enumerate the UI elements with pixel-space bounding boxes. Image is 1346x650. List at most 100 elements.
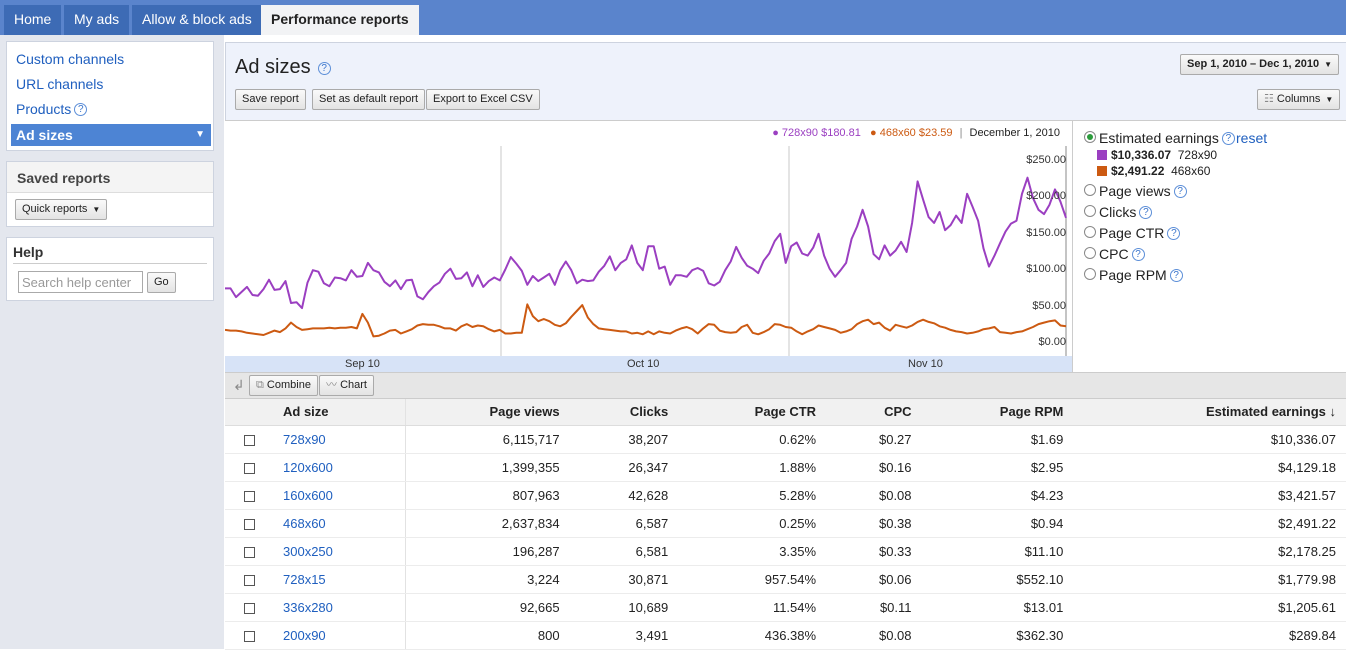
help-icon[interactable]: ? bbox=[74, 103, 88, 116]
estimated-earnings-cell: $2,178.25 bbox=[1073, 537, 1346, 566]
tab-performance-reports[interactable]: Performance reports bbox=[261, 5, 419, 35]
column-header-estimated-earnings[interactable]: Estimated earnings ↓ bbox=[1073, 399, 1346, 426]
quick-reports-button[interactable]: Quick reports ▼ bbox=[15, 199, 108, 220]
column-header-cpc[interactable]: CPC bbox=[826, 399, 922, 426]
metric-page-views[interactable]: Page views? bbox=[1099, 183, 1187, 199]
row-checkbox[interactable] bbox=[243, 546, 255, 558]
nav-link-custom-channels[interactable]: Custom channels bbox=[16, 51, 124, 67]
earnings-chart[interactable]: ● 728x90 $180.81 ● 468x60 $23.59 | Decem… bbox=[225, 120, 1072, 373]
clicks-cell: 6,587 bbox=[569, 509, 679, 538]
ad-size-link[interactable]: 728x90 bbox=[283, 432, 326, 447]
cpc-cell: $0.38 bbox=[826, 509, 922, 538]
page-ctr-cell: 436.38% bbox=[678, 621, 827, 650]
help-go-button[interactable]: Go bbox=[147, 272, 176, 293]
radio-page-views[interactable] bbox=[1084, 184, 1096, 196]
table-row: 468x60 2,637,834 6,587 0.25% $0.38 $0.94 $2,49… bbox=[225, 509, 1346, 538]
column-header-page-rpm[interactable]: Page RPM bbox=[921, 399, 1074, 426]
tab-my-ads[interactable]: My ads bbox=[64, 5, 130, 35]
help-icon[interactable]: ? bbox=[317, 62, 331, 75]
row-checkbox[interactable] bbox=[243, 462, 255, 474]
estimated-earnings-cell: $289.84 bbox=[1073, 621, 1346, 650]
metric-page-rpm[interactable]: Page RPM? bbox=[1099, 267, 1183, 283]
row-checkbox[interactable] bbox=[243, 602, 255, 614]
page-ctr-cell: 0.62% bbox=[678, 425, 827, 454]
row-checkbox[interactable] bbox=[243, 630, 255, 642]
tab-home[interactable]: Home bbox=[4, 5, 62, 35]
radio-clicks[interactable] bbox=[1084, 205, 1096, 217]
metric-page-ctr[interactable]: Page CTR? bbox=[1099, 225, 1181, 241]
chevron-down-icon: ▼ bbox=[1325, 95, 1334, 104]
dropdown-arrow-icon: ▼ bbox=[195, 129, 205, 140]
saved-reports-title: Saved reports bbox=[17, 170, 111, 186]
column-header-ad-size[interactable]: Ad size bbox=[273, 399, 406, 426]
row-checkbox[interactable] bbox=[243, 490, 255, 502]
table-row: 300x250 196,287 6,581 3.35% $0.33 $11.10 $2,17… bbox=[225, 537, 1346, 566]
ad-size-link[interactable]: 200x90 bbox=[283, 628, 326, 643]
cpc-cell: $0.08 bbox=[826, 621, 922, 650]
nav-item-ad-sizes-selected[interactable]: Ad sizes ▼ bbox=[11, 124, 211, 146]
undo-arrow-icon[interactable]: ↲ bbox=[233, 377, 245, 394]
help-icon[interactable]: ? bbox=[1167, 227, 1181, 240]
nav-link-products[interactable]: Products? bbox=[16, 101, 88, 117]
row-checkbox[interactable] bbox=[243, 518, 255, 530]
page-title: Ad sizes? bbox=[235, 56, 331, 79]
top-nav-bar: Home My ads Allow & block ads Performanc… bbox=[0, 0, 1346, 35]
date-range-picker[interactable]: Sep 1, 2010 – Dec 1, 2010 ▼ bbox=[1180, 54, 1340, 75]
estimated-earnings-cell: $2,491.22 bbox=[1073, 509, 1346, 538]
radio-estimated-earnings[interactable] bbox=[1084, 131, 1096, 143]
ad-size-link[interactable]: 300x250 bbox=[283, 544, 333, 559]
row-checkbox[interactable] bbox=[243, 434, 255, 446]
series-line-468x60 bbox=[225, 303, 1067, 338]
chart-line-icon: 〰 bbox=[326, 379, 341, 391]
ad-size-link[interactable]: 160x600 bbox=[283, 488, 333, 503]
row-checkbox[interactable] bbox=[243, 574, 255, 586]
chart-button[interactable]: 〰 Chart bbox=[319, 375, 374, 396]
combine-label: Combine bbox=[266, 379, 311, 391]
save-report-button[interactable]: Save report bbox=[235, 89, 306, 110]
metric-label: Estimated earnings bbox=[1099, 130, 1219, 146]
radio-cpc[interactable] bbox=[1084, 247, 1096, 259]
page-ctr-cell: 5.28% bbox=[678, 481, 827, 510]
cpc-cell: $0.16 bbox=[826, 453, 922, 482]
ad-sizes-table: Ad size Page views Clicks Page CTR CPC P… bbox=[225, 399, 1346, 650]
tab-allow-block-ads[interactable]: Allow & block ads bbox=[132, 5, 262, 35]
column-header-clicks[interactable]: Clicks bbox=[569, 399, 679, 426]
ad-size-link[interactable]: 120x600 bbox=[283, 460, 333, 475]
help-icon[interactable]: ? bbox=[1139, 206, 1153, 219]
ad-size-link[interactable]: 728x15 bbox=[283, 572, 326, 587]
ad-size-cell: 120x600 bbox=[273, 453, 406, 482]
radio-page-rpm[interactable] bbox=[1084, 268, 1096, 280]
combine-button[interactable]: ⧉ Combine bbox=[249, 375, 318, 396]
metric-estimated-earnings[interactable]: Estimated earnings? bbox=[1099, 130, 1235, 146]
cpc-cell: $0.06 bbox=[826, 565, 922, 594]
column-header-page-ctr[interactable]: Page CTR bbox=[678, 399, 827, 426]
saved-reports-panel: Saved reports Quick reports ▼ bbox=[6, 161, 214, 227]
table-toolbar: ↲ ⧉ Combine 〰 Chart bbox=[225, 372, 1346, 399]
help-icon[interactable]: ? bbox=[1221, 132, 1235, 145]
ad-size-link[interactable]: 468x60 bbox=[283, 516, 326, 531]
set-default-report-button[interactable]: Set as default report bbox=[312, 89, 426, 110]
columns-button[interactable]: ☷ Columns ▼ bbox=[1257, 89, 1341, 110]
series-total-label: 468x60 bbox=[1171, 164, 1211, 178]
chevron-down-icon: ▼ bbox=[1324, 60, 1333, 69]
metric-cpc[interactable]: CPC? bbox=[1099, 246, 1145, 262]
table-row: 160x600 807,963 42,628 5.28% $0.08 $4.23 $3,42… bbox=[225, 481, 1346, 510]
help-icon[interactable]: ? bbox=[1173, 185, 1187, 198]
help-icon[interactable]: ? bbox=[1131, 248, 1145, 261]
export-csv-button[interactable]: Export to Excel CSV bbox=[426, 89, 540, 110]
page-views-cell: 807,963 bbox=[405, 481, 570, 510]
nav-link-url-channels[interactable]: URL channels bbox=[16, 76, 103, 92]
series-swatch-728x90 bbox=[1097, 150, 1107, 160]
page-rpm-cell: $1.69 bbox=[921, 425, 1074, 454]
page-views-cell: 196,287 bbox=[405, 537, 570, 566]
column-header-page-views[interactable]: Page views bbox=[405, 399, 570, 426]
radio-page-ctr[interactable] bbox=[1084, 226, 1096, 238]
metric-label: CPC bbox=[1099, 246, 1129, 262]
clicks-cell: 30,871 bbox=[569, 565, 679, 594]
help-icon[interactable]: ? bbox=[1169, 269, 1183, 282]
ad-size-link[interactable]: 336x280 bbox=[283, 600, 333, 615]
report-header: Ad sizes? Save report Set as default rep… bbox=[225, 42, 1346, 120]
reset-link[interactable]: reset bbox=[1236, 130, 1267, 146]
metric-clicks[interactable]: Clicks? bbox=[1099, 204, 1153, 220]
help-search-input[interactable] bbox=[18, 271, 143, 293]
